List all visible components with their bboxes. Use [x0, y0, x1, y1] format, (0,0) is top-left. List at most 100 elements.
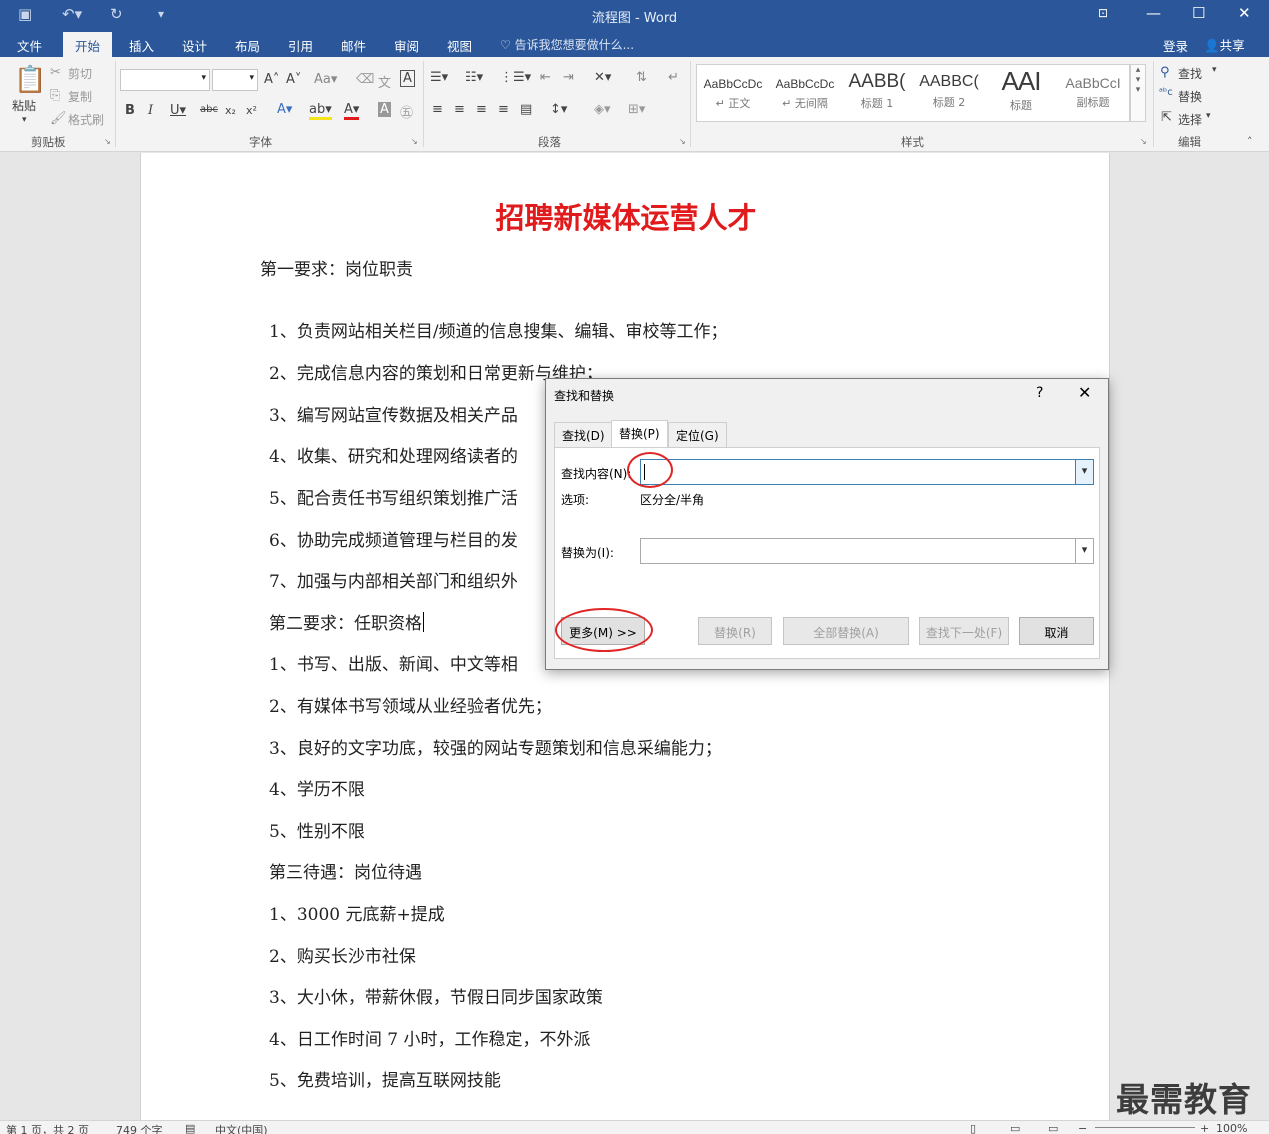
change-case-icon[interactable]: Aa▾: [314, 72, 337, 87]
read-mode-icon[interactable]: ▯: [970, 1122, 976, 1134]
tab-review[interactable]: 审阅: [394, 36, 419, 55]
tab-mailings[interactable]: 邮件: [341, 36, 366, 55]
line-spacing-icon[interactable]: ↕▾: [550, 102, 567, 117]
ribbon-display-options-icon[interactable]: ⊡: [1098, 6, 1108, 20]
tab-design[interactable]: 设计: [182, 36, 207, 55]
tell-me-box[interactable]: ♡ 告诉我您想要做什么...: [500, 36, 634, 53]
multilevel-list-icon[interactable]: ⋮☰▾: [500, 70, 531, 85]
chevron-down-icon[interactable]: ▾: [1212, 65, 1217, 75]
align-left-icon[interactable]: ≡: [432, 102, 443, 117]
increase-indent-icon[interactable]: ⇥: [563, 70, 574, 85]
phonetic-guide-icon[interactable]: 文: [378, 72, 391, 91]
style-title[interactable]: AAI 标题: [985, 65, 1057, 121]
find-next-button[interactable]: 查找下一处(F): [919, 617, 1009, 645]
print-layout-icon[interactable]: ▭: [1010, 1122, 1020, 1134]
find-button[interactable]: 查找: [1178, 65, 1202, 82]
maximize-icon[interactable]: ☐: [1192, 4, 1205, 22]
zoom-out-icon[interactable]: −: [1078, 1122, 1087, 1134]
paragraph-launcher-icon[interactable]: ↘: [679, 137, 686, 146]
proofing-icon[interactable]: ▤: [185, 1122, 195, 1134]
enclose-char-icon[interactable]: ㊄: [400, 102, 413, 121]
paste-button[interactable]: 粘贴: [12, 97, 36, 114]
tab-goto[interactable]: 定位(G): [668, 422, 727, 448]
font-size-combo[interactable]: ▾: [212, 69, 258, 91]
align-center-icon[interactable]: ≡: [454, 102, 465, 117]
styles-launcher-icon[interactable]: ↘: [1140, 137, 1147, 146]
font-name-combo[interactable]: ▾: [120, 69, 210, 91]
numbering-icon[interactable]: ☷▾: [465, 70, 483, 85]
char-border-icon[interactable]: A: [400, 70, 415, 87]
underline-icon[interactable]: U▾: [170, 103, 186, 118]
tab-references[interactable]: 引用: [288, 36, 313, 55]
grow-font-icon[interactable]: A˄: [264, 72, 279, 87]
zoom-level[interactable]: 100%: [1216, 1122, 1247, 1134]
chinese-layout-icon[interactable]: ✕▾: [594, 70, 611, 85]
minimize-icon[interactable]: —: [1146, 4, 1161, 22]
replace-with-input[interactable]: ▾: [640, 538, 1094, 564]
show-marks-icon[interactable]: ↵: [668, 70, 679, 85]
select-button[interactable]: 选择: [1178, 111, 1202, 128]
replace-all-button[interactable]: 全部替换(A): [783, 617, 909, 645]
login-link[interactable]: 登录: [1163, 36, 1188, 55]
sort-icon[interactable]: ⇅: [636, 70, 647, 85]
paste-icon[interactable]: 📋: [14, 65, 46, 95]
find-what-input[interactable]: ▾: [640, 459, 1094, 485]
char-shading-icon[interactable]: A: [378, 102, 391, 117]
tab-layout[interactable]: 布局: [235, 36, 260, 55]
superscript-icon[interactable]: x²: [246, 104, 257, 117]
chevron-down-icon[interactable]: ▾: [1075, 539, 1093, 563]
style-heading-2[interactable]: AABBC(标题 2: [913, 65, 985, 121]
tab-replace[interactable]: 替换(P): [611, 420, 668, 449]
text-effects-icon[interactable]: A▾: [277, 102, 292, 117]
language-indicator[interactable]: 中文(中国): [215, 1122, 268, 1134]
zoom-in-icon[interactable]: +: [1200, 1122, 1209, 1134]
close-icon[interactable]: ✕: [1238, 4, 1251, 22]
justify-icon[interactable]: ≡: [498, 102, 509, 117]
clipboard-launcher-icon[interactable]: ↘: [104, 137, 111, 146]
decrease-indent-icon[interactable]: ⇤: [540, 70, 551, 85]
web-layout-icon[interactable]: ▭: [1048, 1122, 1058, 1134]
paste-dropdown-icon[interactable]: ▾: [22, 115, 27, 125]
cut-button[interactable]: 剪切: [68, 65, 92, 82]
style-normal[interactable]: AaBbCcDc ↵ 正文: [697, 65, 769, 121]
cancel-button[interactable]: 取消: [1019, 617, 1094, 645]
style-no-spacing[interactable]: AaBbCcDc ↵ 无间隔: [769, 65, 841, 121]
tab-insert[interactable]: 插入: [129, 36, 154, 55]
separator: [690, 61, 691, 147]
bold-icon[interactable]: B: [125, 103, 135, 118]
tab-view[interactable]: 视图: [447, 36, 472, 55]
style-heading-1[interactable]: AABB(标题 1: [841, 65, 913, 121]
distributed-icon[interactable]: ▤: [520, 102, 532, 117]
highlight-icon[interactable]: ab▾: [309, 102, 332, 120]
font-color-icon[interactable]: A▾: [344, 102, 360, 120]
subscript-icon[interactable]: x₂: [225, 104, 236, 117]
tab-home[interactable]: 开始: [63, 32, 113, 57]
share-button[interactable]: 👤共享: [1204, 35, 1245, 54]
shrink-font-icon[interactable]: A˅: [286, 72, 301, 87]
borders-icon[interactable]: ⊞▾: [628, 102, 645, 117]
strikethrough-icon[interactable]: abc: [200, 104, 218, 115]
replace-button[interactable]: 替换(R): [698, 617, 772, 645]
align-right-icon[interactable]: ≡: [476, 102, 487, 117]
zoom-slider[interactable]: [1095, 1127, 1195, 1128]
search-icon: ⚲: [1160, 65, 1170, 80]
page-count[interactable]: 第 1 页，共 2 页: [6, 1122, 89, 1134]
styles-gallery-scroll[interactable]: ▴ ▾ ▾: [1130, 64, 1146, 122]
tab-find[interactable]: 查找(D): [554, 422, 613, 448]
help-button[interactable]: ?: [1036, 385, 1043, 401]
font-launcher-icon[interactable]: ↘: [411, 137, 418, 146]
replace-button[interactable]: 替换: [1178, 88, 1202, 105]
collapse-ribbon-icon[interactable]: ˄: [1247, 135, 1253, 148]
dialog-close-icon[interactable]: ✕: [1078, 383, 1091, 402]
style-subtitle[interactable]: AaBbCcI 副标题: [1057, 65, 1129, 121]
clear-format-icon[interactable]: ⌫: [356, 72, 374, 87]
chevron-down-icon[interactable]: ▾: [1075, 460, 1093, 484]
chevron-down-icon[interactable]: ▾: [1206, 111, 1211, 121]
tab-file[interactable]: 文件: [17, 36, 42, 55]
italic-icon[interactable]: I: [148, 103, 153, 118]
format-painter-button[interactable]: 格式刷: [68, 111, 104, 128]
bullets-icon[interactable]: ☰▾: [430, 70, 448, 85]
copy-button[interactable]: 复制: [68, 88, 92, 105]
word-count[interactable]: 749 个字: [116, 1122, 163, 1134]
shading-icon[interactable]: ◈▾: [594, 102, 611, 117]
